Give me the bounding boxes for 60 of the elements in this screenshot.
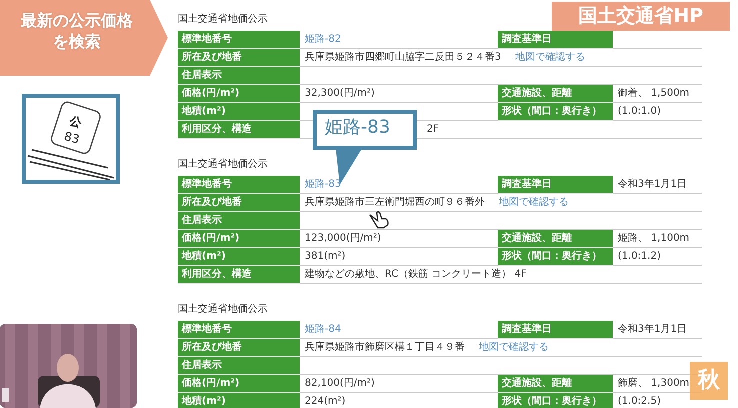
field-label: 標準地番号 bbox=[178, 31, 300, 49]
lot-number-link[interactable]: 姫路-82 bbox=[305, 34, 342, 45]
section-title: 国土交通省地価公示 bbox=[178, 13, 268, 27]
field-value: 82,100(円/m²) bbox=[305, 378, 375, 389]
map-link[interactable]: 地図で確認する bbox=[499, 197, 569, 208]
field-label: 住居表示 bbox=[178, 67, 300, 85]
field-value: 224(m²) bbox=[305, 396, 346, 407]
hand-cursor-icon bbox=[368, 209, 390, 229]
field-label: 地積(m²) bbox=[178, 248, 300, 266]
section-title: 国土交通省地価公示 bbox=[178, 303, 268, 317]
field-label: 標準地番号 bbox=[178, 321, 300, 339]
field-value: 御着、 1,500m bbox=[618, 88, 690, 99]
lot-number-link[interactable]: 姫路-83 bbox=[305, 179, 342, 190]
field-value: (1.0:1.2) bbox=[618, 251, 661, 262]
homepage-banner: 国土交通省HP bbox=[552, 2, 730, 31]
field-value: 姫路、 1,100m bbox=[618, 233, 690, 244]
corner-badge: 秋 bbox=[690, 362, 728, 400]
field-value: 2F bbox=[427, 123, 440, 137]
lot-number-link[interactable]: 姫路-84 bbox=[305, 324, 342, 335]
callout-label: 姫路-83 bbox=[313, 110, 417, 150]
field-label: 交通施設、距離 bbox=[498, 230, 613, 248]
plate-text: 83 bbox=[62, 129, 82, 147]
field-label: 形状（間口：奥行き） bbox=[498, 393, 613, 408]
field-label: 所在及び地番 bbox=[178, 49, 300, 67]
field-value: 令和3年1月1日 bbox=[618, 324, 688, 335]
field-label: 交通施設、距離 bbox=[498, 375, 613, 393]
field-label: 利用区分、構造 bbox=[178, 121, 300, 139]
heading-banner: 最新の公示価格 を検索 bbox=[0, 0, 168, 76]
field-value: 123,000(円/m²) bbox=[305, 233, 382, 244]
field-value: 兵庫県姫路市四郷町山脇字二反田５２４番3 bbox=[305, 52, 502, 63]
field-value: 32,300(円/m²) bbox=[305, 88, 375, 99]
map-link[interactable]: 地図で確認する bbox=[479, 342, 549, 353]
plate-text: 公 bbox=[68, 114, 84, 130]
field-label: 住居表示 bbox=[178, 212, 300, 230]
field-value: (1.0:2.5) bbox=[618, 396, 661, 407]
field-value: (1.0:1.0) bbox=[618, 106, 661, 117]
field-value: 建物などの敷地、RC（鉄筋 コンクリート造） 4F bbox=[305, 269, 527, 280]
field-label: 交通施設、距離 bbox=[498, 85, 613, 103]
field-value: 兵庫県姫路市三左衛門堀西の町９６番外 bbox=[305, 197, 485, 208]
field-label: 価格(円/m²) bbox=[178, 230, 300, 248]
field-label: 調査基準日 bbox=[498, 31, 613, 49]
field-label: 形状（間口：奥行き） bbox=[498, 248, 613, 266]
field-label: 所在及び地番 bbox=[178, 339, 300, 357]
field-value: 兵庫県姫路市飾磨区構１丁目４９番 bbox=[305, 342, 465, 353]
field-value: 飾磨、 1,300m bbox=[618, 378, 690, 389]
map-link[interactable]: 地図で確認する bbox=[515, 52, 586, 63]
section-title: 国土交通省地価公示 bbox=[178, 158, 268, 172]
field-label: 調査基準日 bbox=[498, 321, 613, 339]
field-label: 価格(円/m²) bbox=[178, 85, 300, 103]
field-value: 令和3年1月1日 bbox=[618, 179, 688, 190]
field-label: 標準地番号 bbox=[178, 176, 300, 194]
field-label: 調査基準日 bbox=[498, 176, 613, 194]
field-label: 価格(円/m²) bbox=[178, 375, 300, 393]
field-value: 381(m²) bbox=[305, 251, 346, 262]
field-label: 利用区分、構造 bbox=[178, 266, 300, 284]
field-label: 形状（間口：奥行き） bbox=[498, 103, 613, 121]
field-label: 住居表示 bbox=[178, 357, 300, 375]
field-label: 地積(m²) bbox=[178, 393, 300, 408]
field-label: 地積(m²) bbox=[178, 103, 300, 121]
field-label: 所在及び地番 bbox=[178, 194, 300, 212]
